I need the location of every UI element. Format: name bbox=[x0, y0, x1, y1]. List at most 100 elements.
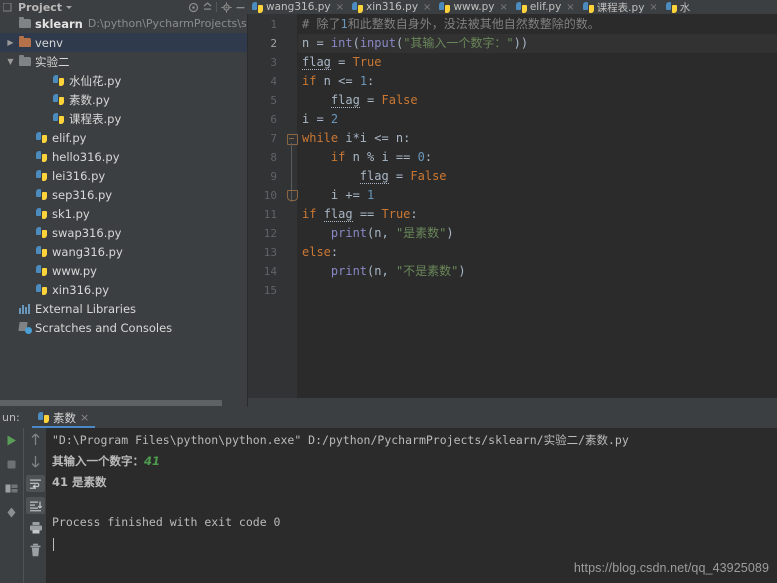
editor-gutter[interactable]: 1 2 3 4 5 6 7 8 9 10 11 12 13 14 15 bbox=[248, 14, 298, 407]
layout-icon[interactable] bbox=[2, 480, 21, 497]
chevron-right-icon[interactable]: ▶ bbox=[4, 38, 17, 47]
tree-row-label: sklearn bbox=[35, 16, 83, 31]
soft-wrap-icon[interactable] bbox=[26, 475, 45, 492]
editor-bottom-strip bbox=[248, 398, 777, 407]
tree-row[interactable]: ▼ 实验二 bbox=[0, 52, 247, 71]
editor-tab-label: 课程表.py bbox=[596, 1, 645, 14]
editor-tab[interactable]: 水 bbox=[661, 0, 694, 14]
code-line[interactable]: if flag == True: bbox=[298, 205, 418, 224]
tree-row[interactable]: sk1.py bbox=[0, 204, 247, 223]
code-line[interactable]: flag = False bbox=[298, 167, 447, 186]
pin-icon[interactable] bbox=[2, 504, 21, 521]
code-line[interactable]: if n <= 1: bbox=[298, 72, 374, 91]
console-output[interactable]: "D:\Program Files\python\python.exe" D:/… bbox=[46, 428, 777, 583]
python-file-icon bbox=[34, 226, 49, 240]
editor-tab[interactable]: elif.py × bbox=[511, 0, 578, 14]
tree-row[interactable]: sep316.py bbox=[0, 185, 247, 204]
close-icon[interactable]: × bbox=[649, 2, 657, 13]
scratches-icon bbox=[17, 321, 32, 335]
line-number: 1 bbox=[270, 18, 277, 31]
code-line[interactable]: flag = True bbox=[298, 53, 382, 72]
scroll-to-end-icon[interactable] bbox=[26, 497, 45, 514]
tree-row[interactable]: swap316.py bbox=[0, 223, 247, 242]
chevron-down-icon[interactable] bbox=[62, 1, 76, 14]
editor-tab[interactable]: xin316.py × bbox=[347, 0, 434, 14]
code-fold-end-icon[interactable] bbox=[287, 190, 298, 201]
close-icon[interactable]: × bbox=[80, 411, 89, 424]
editor-tab[interactable]: www.py × bbox=[434, 0, 510, 14]
code-line[interactable]: print(n, "是素数") bbox=[298, 224, 454, 243]
run-tab[interactable]: 素数 × bbox=[32, 407, 96, 428]
tree-row[interactable]: Scratches and Consoles bbox=[0, 318, 247, 337]
print-icon[interactable] bbox=[26, 519, 45, 536]
scrollbar-thumb[interactable] bbox=[0, 400, 222, 406]
run-icon[interactable] bbox=[2, 432, 21, 449]
tree-row[interactable]: 素数.py bbox=[0, 90, 247, 109]
python-file-icon bbox=[439, 1, 451, 13]
close-icon[interactable]: × bbox=[336, 2, 344, 13]
minimize-icon[interactable] bbox=[233, 1, 247, 14]
settings-gear-icon[interactable] bbox=[219, 1, 233, 14]
chevron-down-icon[interactable]: ▼ bbox=[4, 57, 17, 66]
code-line[interactable]: i = 2 bbox=[298, 110, 338, 129]
tree-row[interactable]: External Libraries bbox=[0, 299, 247, 318]
line-number: 5 bbox=[270, 94, 277, 107]
line-number: 4 bbox=[270, 75, 277, 88]
tree-row[interactable]: wang316.py bbox=[0, 242, 247, 261]
project-panel-horizontal-scrollbar[interactable] bbox=[0, 399, 247, 407]
pycharm-window: Project wang316.py × xin316.py × www.py × elif… bbox=[0, 0, 777, 583]
close-icon[interactable]: × bbox=[423, 2, 431, 13]
tree-row-label: 素数.py bbox=[69, 92, 110, 107]
tree-row-label: www.py bbox=[52, 263, 97, 278]
code-line[interactable] bbox=[298, 281, 309, 300]
code-line[interactable]: flag = False bbox=[298, 91, 418, 110]
editor-tab[interactable]: 课程表.py × bbox=[578, 0, 661, 14]
tree-row[interactable]: 课程表.py bbox=[0, 109, 247, 128]
collapse-all-icon[interactable] bbox=[200, 1, 214, 14]
tree-row-label: 水仙花.py bbox=[69, 73, 122, 88]
scroll-up-icon[interactable] bbox=[26, 431, 45, 448]
tree-row[interactable]: elif.py bbox=[0, 128, 247, 147]
tree-row-label: sk1.py bbox=[52, 206, 90, 221]
code-line[interactable]: while i*i <= n: bbox=[298, 129, 410, 148]
code-line[interactable]: # 除了1和此整数自身外，没法被其他自然数整除的数。 bbox=[298, 15, 600, 34]
close-icon[interactable]: × bbox=[499, 2, 507, 13]
code-line[interactable]: print(n, "不是素数") bbox=[298, 262, 466, 281]
tree-row[interactable]: lei316.py bbox=[0, 166, 247, 185]
line-number: 15 bbox=[263, 284, 277, 297]
console-line: Process finished with exit code 0 bbox=[52, 515, 281, 529]
tree-row[interactable]: sklearn D:\python\PycharmProjects\skle bbox=[0, 14, 247, 33]
editor-code-area[interactable]: # 除了1和此整数自身外，没法被其他自然数整除的数。 n = int(input(… bbox=[287, 14, 777, 407]
locate-icon[interactable] bbox=[186, 1, 200, 14]
python-file-icon bbox=[34, 150, 49, 164]
trash-icon[interactable] bbox=[26, 541, 45, 558]
project-panel-menu-icon[interactable] bbox=[0, 1, 14, 14]
code-editor[interactable]: 1 2 3 4 5 6 7 8 9 10 11 12 13 14 15 # 除了1和此整数自身外，没法被其他… bbox=[248, 14, 777, 407]
run-actions-sidebar[interactable] bbox=[0, 428, 22, 583]
close-icon[interactable]: × bbox=[566, 2, 574, 13]
tree-row[interactable]: xin316.py bbox=[0, 280, 247, 299]
code-line[interactable]: if n % i == 0: bbox=[298, 148, 432, 167]
console-caret bbox=[53, 538, 54, 551]
tree-row-label: External Libraries bbox=[35, 301, 137, 316]
tree-row[interactable]: 水仙花.py bbox=[0, 71, 247, 90]
editor-tab-bar[interactable]: wang316.py × xin316.py × www.py × elif.py × 课程表.… bbox=[247, 0, 777, 15]
code-line[interactable]: i += 1 bbox=[298, 186, 374, 205]
console-toolbar[interactable] bbox=[23, 428, 47, 583]
code-line[interactable]: else: bbox=[298, 243, 338, 262]
line-number: 6 bbox=[270, 113, 277, 126]
project-tree-rows[interactable]: sklearn D:\python\PycharmProjects\skle ▶ ve… bbox=[0, 14, 247, 337]
tree-row[interactable]: hello316.py bbox=[0, 147, 247, 166]
python-file-icon bbox=[38, 412, 49, 423]
tree-row[interactable]: ▶ venv bbox=[0, 33, 247, 52]
editor-tab[interactable]: wang316.py × bbox=[247, 0, 347, 14]
project-tree-panel[interactable]: sklearn D:\python\PycharmProjects\skle ▶ ve… bbox=[0, 14, 248, 407]
stop-icon[interactable] bbox=[2, 456, 21, 473]
editor-tab-label: www.py bbox=[453, 1, 495, 13]
python-file-icon bbox=[34, 283, 49, 297]
tree-row-label: 实验二 bbox=[35, 54, 70, 69]
code-line[interactable]: n = int(input("其输入一个数字：")) bbox=[298, 34, 777, 53]
code-fold-collapse-icon[interactable] bbox=[287, 134, 298, 145]
scroll-down-icon[interactable] bbox=[26, 453, 45, 470]
tree-row[interactable]: www.py bbox=[0, 261, 247, 280]
